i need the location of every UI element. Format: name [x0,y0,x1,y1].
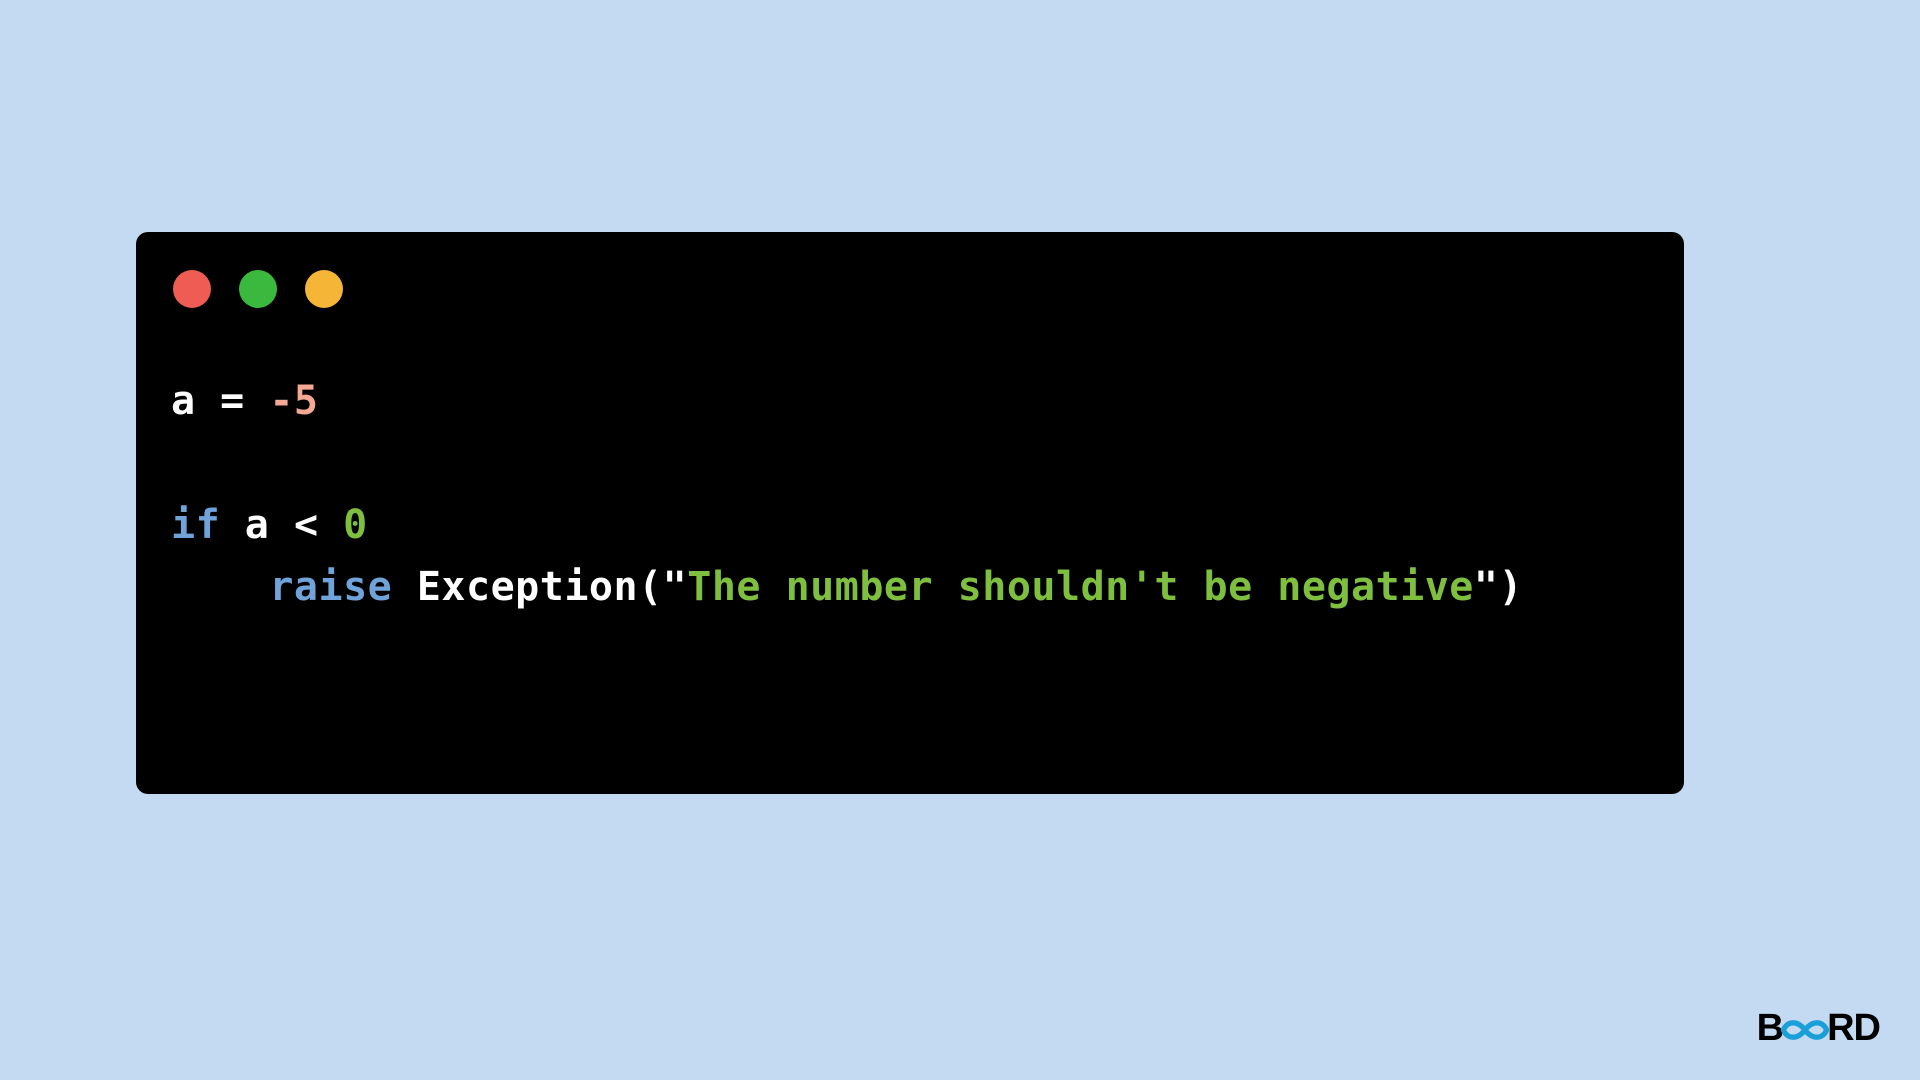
code-token-op: < [269,502,343,548]
code-token-var: a [245,502,270,548]
minimize-icon [239,270,277,308]
code-token-string: The number shouldn't be negative [687,564,1474,610]
maximize-icon [305,270,343,308]
code-token-assign: = [196,378,270,424]
brand-letter-b: B [1757,1007,1783,1050]
code-token-indent [171,564,269,610]
code-token-var: a [171,378,196,424]
brand-letter-rd: RD [1827,1007,1880,1050]
brand-logo: B RD [1757,1007,1880,1050]
close-icon [173,270,211,308]
code-token-quote: " [663,564,688,610]
code-token-keyword: raise [269,564,392,610]
code-token-number: 0 [343,502,368,548]
infinity-icon [1781,1007,1829,1050]
code-token-space [220,502,245,548]
window-controls [173,270,1649,308]
code-token-quote: " [1474,564,1499,610]
code-token-space [392,564,417,610]
code-token-paren: ) [1498,564,1523,610]
code-window: a = -5 if a < 0 raise Exception("The num… [136,232,1684,794]
code-token-keyword: if [171,502,220,548]
code-token-number: -5 [269,378,318,424]
code-content: a = -5 if a < 0 raise Exception("The num… [171,370,1649,618]
code-token-func: Exception( [417,564,663,610]
